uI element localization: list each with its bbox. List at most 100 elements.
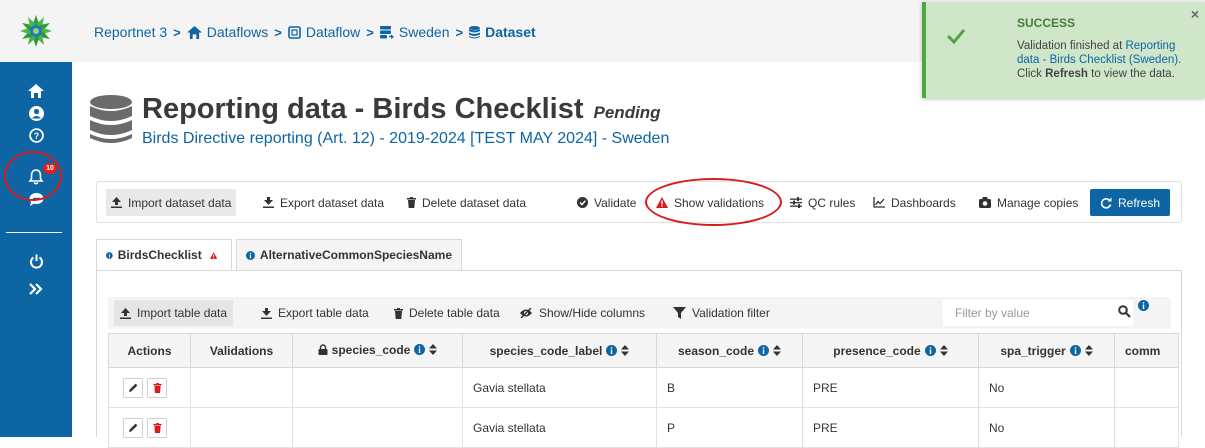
cell-presence-code[interactable]: PRE (802, 407, 979, 448)
table-panel: Import table data Export table data Dele… (96, 270, 1182, 448)
tab-alternativecommonspeciesname[interactable]: AlternativeCommonSpeciesName (236, 239, 462, 270)
close-icon[interactable]: × (1191, 7, 1199, 21)
toast-message: Validation finished at Reporting data - … (1017, 40, 1182, 80)
trash-icon (394, 307, 403, 319)
cell-season-code[interactable]: B (656, 367, 803, 408)
cell-species-code[interactable] (292, 407, 463, 448)
sliders-icon (790, 197, 802, 208)
trash-icon (152, 422, 162, 433)
help-icon[interactable]: ? (0, 124, 72, 146)
refresh-icon (1100, 197, 1112, 209)
trash-icon (407, 197, 416, 208)
column-header-comm[interactable]: comm (1114, 333, 1179, 368)
breadcrumb-dataflows[interactable]: Dataflows (186, 24, 268, 40)
table-row: Gavia stellata P PRE No (108, 407, 1179, 448)
breadcrumb-sweden[interactable]: Sweden (379, 24, 449, 40)
show-hide-columns-button[interactable]: Show/Hide columns (513, 300, 651, 326)
sort-icon[interactable] (429, 344, 438, 356)
cell-species-code[interactable] (292, 367, 463, 408)
breadcrumb-dataflow[interactable]: Dataflow (288, 24, 360, 40)
upload-icon (111, 197, 122, 208)
home-icon (186, 25, 202, 39)
sort-icon[interactable] (939, 345, 948, 356)
delete-dataset-button[interactable]: Delete dataset data (402, 189, 531, 216)
cell-species-code-label[interactable]: Gavia stellata (462, 367, 657, 408)
info-icon[interactable] (1069, 345, 1081, 356)
column-header-season-code[interactable]: season_code (656, 333, 803, 368)
export-table-button[interactable]: Export table data (255, 300, 375, 326)
info-icon[interactable] (1138, 300, 1149, 311)
dashboards-button[interactable]: Dashboards (868, 189, 961, 216)
search-icon[interactable] (1118, 305, 1131, 318)
clone-icon (288, 25, 301, 39)
info-icon (246, 250, 255, 260)
column-header-presence-code[interactable]: presence_code (802, 333, 979, 368)
power-icon[interactable] (0, 250, 72, 272)
annotation-circle-show-validations (645, 178, 782, 226)
eea-logo[interactable] (0, 0, 72, 62)
sort-icon[interactable] (1084, 345, 1093, 356)
sort-icon[interactable] (621, 345, 630, 356)
import-dataset-button[interactable]: Import dataset data (106, 189, 237, 216)
tab-birdschecklist[interactable]: BirdsChecklist (96, 239, 232, 270)
cell-comm[interactable] (1114, 407, 1179, 448)
refresh-button[interactable]: Refresh (1090, 189, 1171, 216)
filter-input[interactable]: Filter by value (943, 300, 1133, 326)
column-header-species-code[interactable]: species_code (292, 333, 463, 368)
eye-slash-icon (520, 308, 532, 318)
annotation-circle-notifications (4, 151, 62, 201)
cell-presence-code[interactable]: PRE (802, 367, 979, 408)
delete-row-button[interactable] (147, 377, 167, 398)
delete-row-button[interactable] (147, 417, 167, 438)
home-icon[interactable] (0, 80, 72, 102)
breadcrumb-separator: > (455, 24, 464, 40)
cell-season-code[interactable]: P (656, 407, 803, 448)
info-icon[interactable] (414, 344, 426, 356)
info-icon[interactable] (924, 345, 936, 356)
page-title: Reporting data - Birds Checklist Pending (142, 93, 661, 125)
breadcrumb-reportnet[interactable]: Reportnet 3 (94, 24, 167, 40)
breadcrumb-separator: > (366, 24, 374, 40)
database-icon (469, 25, 481, 38)
database-icon (90, 95, 132, 143)
warning-icon (209, 251, 217, 259)
cell-species-code-label[interactable]: Gavia stellata (462, 407, 657, 448)
column-header-actions: Actions (108, 333, 191, 368)
trash-icon (152, 382, 162, 393)
sort-icon[interactable] (773, 345, 782, 356)
info-icon[interactable] (758, 345, 770, 356)
user-icon[interactable] (0, 102, 72, 124)
row-actions (108, 407, 191, 448)
edit-row-button[interactable] (123, 417, 143, 438)
validation-filter-button[interactable]: Validation filter (667, 300, 776, 326)
download-icon (261, 307, 272, 319)
edit-row-button[interactable] (123, 377, 143, 398)
success-toast: SUCCESS Validation finished at Reporting… (922, 2, 1205, 98)
manage-copies-button[interactable]: Manage copies (974, 189, 1083, 216)
column-header-species-code-label[interactable]: species_code_label (462, 333, 657, 368)
validate-button[interactable]: Validate (572, 189, 641, 216)
column-header-spa-trigger[interactable]: spa_trigger (978, 333, 1115, 368)
delete-table-button[interactable]: Delete table data (388, 300, 506, 326)
eea-logo-icon (20, 15, 52, 47)
export-dataset-button[interactable]: Export dataset data (258, 189, 389, 216)
expand-icon[interactable] (0, 278, 72, 300)
cell-spa-trigger[interactable]: No (978, 367, 1115, 408)
lock-icon (318, 344, 328, 356)
import-table-button[interactable]: Import table data (114, 300, 234, 326)
upload-icon (120, 307, 131, 319)
cell-spa-trigger[interactable]: No (978, 407, 1115, 448)
qc-rules-button[interactable]: QC rules (785, 189, 860, 216)
info-icon (106, 251, 113, 259)
download-icon (263, 197, 274, 208)
table-header-row: Actions Validations species_code species… (108, 333, 1179, 368)
svg-text:?: ? (33, 131, 39, 141)
check-circle-icon (577, 197, 588, 208)
info-icon[interactable] (606, 345, 618, 356)
server-icon (379, 25, 394, 39)
cell-comm[interactable] (1114, 367, 1179, 408)
pencil-icon (128, 423, 137, 432)
sidebar-divider (6, 232, 62, 233)
page-subtitle: Birds Directive reporting (Art. 12) - 20… (142, 130, 670, 147)
cell-validations (190, 407, 293, 448)
